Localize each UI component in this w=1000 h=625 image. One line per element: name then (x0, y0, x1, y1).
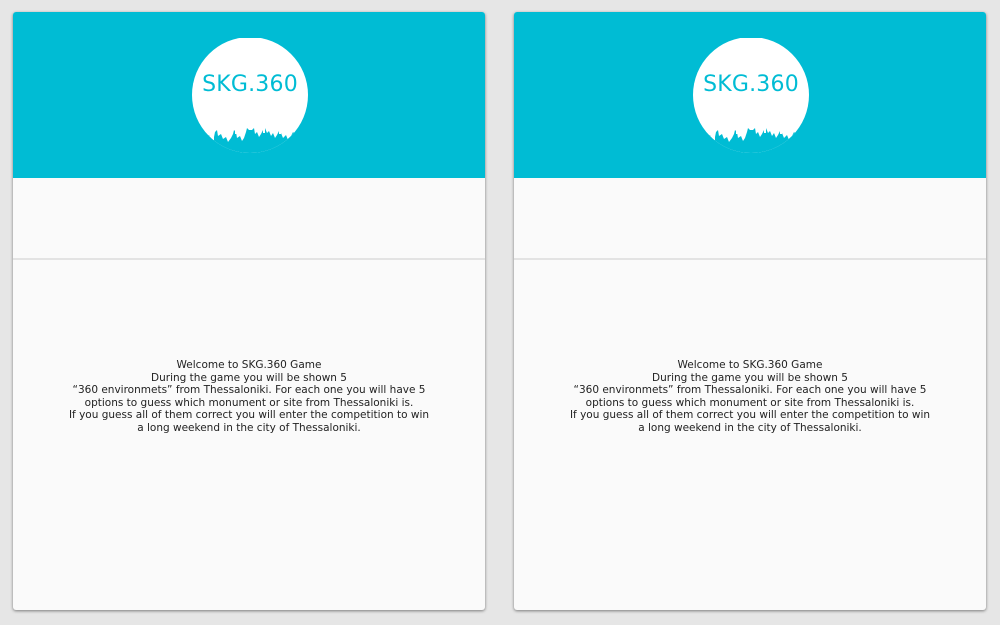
intro-line: If you guess all of them correct you wil… (569, 409, 931, 421)
game-intro-text: Welcome to SKG.360 Game During the game … (53, 359, 445, 434)
skg360-logo: SKG.360 (692, 38, 810, 156)
logo-text: SKG.360 (703, 72, 799, 97)
card-empty-band (13, 178, 485, 258)
intro-line: During the game you will be shown 5 (652, 371, 848, 384)
card-divider (514, 258, 986, 260)
skg360-logo: SKG.360 (191, 38, 309, 156)
intro-line: a long weekend in the city of Thessaloni… (137, 421, 361, 434)
card-divider (13, 258, 485, 260)
card-header: SKG.360 (13, 12, 485, 178)
intro-line: options to guess which monument or site … (585, 396, 915, 409)
logo-text: SKG.360 (202, 72, 298, 97)
intro-line: During the game you will be shown 5 (151, 371, 347, 384)
game-intro-card-right: SKG.360 Welcome to SKG.360 Game During t… (514, 12, 986, 610)
intro-line: If you guess all of them correct you wil… (68, 409, 430, 421)
intro-line: options to guess which monument or site … (84, 396, 414, 409)
intro-line: “360 environmets” from Thessaloniki. For… (573, 384, 927, 396)
intro-line: Welcome to SKG.360 Game (176, 359, 322, 371)
card-empty-band (514, 178, 986, 258)
city-skyline-logo-icon (192, 38, 308, 153)
intro-line: “360 environmets” from Thessaloniki. For… (72, 384, 426, 396)
intro-line: Welcome to SKG.360 Game (677, 359, 823, 371)
card-header: SKG.360 (514, 12, 986, 178)
game-intro-text: Welcome to SKG.360 Game During the game … (554, 359, 946, 434)
intro-line: a long weekend in the city of Thessaloni… (638, 421, 862, 434)
game-intro-card-left: SKG.360 Welcome to SKG.360 Game During t… (13, 12, 485, 610)
city-skyline-logo-icon (693, 38, 809, 153)
